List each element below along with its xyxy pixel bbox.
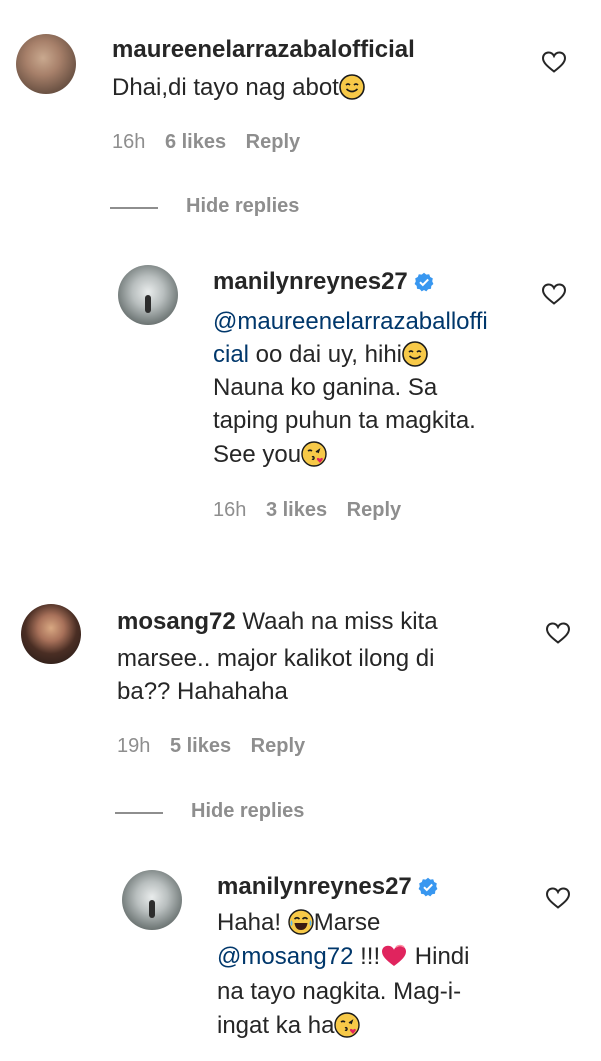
comment-username[interactable]: mosang72	[117, 608, 236, 635]
heart-icon[interactable]	[545, 621, 571, 645]
mention-link[interactable]: @maureenelarrazaballoffi	[213, 308, 488, 335]
mention-link[interactable]: @mosang72	[217, 943, 353, 970]
reply-body: oo dai uy, hihi	[249, 341, 403, 368]
avatar[interactable]	[118, 265, 178, 325]
avatar[interactable]	[122, 870, 182, 930]
reply-button[interactable]: Reply	[251, 735, 305, 757]
avatar[interactable]	[16, 34, 76, 94]
verified-badge-icon	[418, 874, 438, 906]
verified-badge-icon	[414, 269, 434, 301]
comment-line: mosang72 Waah na miss kita	[117, 606, 438, 638]
smiling-face-icon	[339, 74, 365, 109]
reply-body: Haha!	[217, 909, 288, 936]
comment-text-line: ba?? Hahahaha	[117, 678, 288, 705]
heart-icon[interactable]	[541, 282, 567, 306]
reply-text-line: taping puhun ta magkita.	[213, 407, 476, 434]
comment-text: Dhai,di tayo nag abot	[112, 72, 365, 109]
divider	[110, 207, 158, 209]
divider	[115, 812, 163, 814]
face-blowing-kiss-icon	[334, 1012, 361, 1047]
reply-button[interactable]: Reply	[246, 131, 300, 153]
heart-icon[interactable]	[545, 886, 571, 910]
likes-count[interactable]: 3 likes	[266, 499, 327, 521]
mention-link[interactable]: cial	[213, 341, 249, 368]
reply-text-line: See you	[213, 439, 327, 476]
reply-username[interactable]: manilynreynes27	[213, 268, 408, 295]
reply-meta: 16h 3 likes Reply	[213, 499, 415, 522]
likes-count[interactable]: 6 likes	[165, 131, 226, 153]
comment-username[interactable]: maureenelarrazabalofficial	[112, 36, 415, 63]
reply-text-line: Nauna ko ganina. Sa	[213, 374, 438, 401]
face-with-tears-of-joy-icon	[288, 909, 314, 944]
reply-body: Hindi	[408, 943, 470, 970]
reply-body: Marse	[313, 909, 381, 936]
comment-time: 19h	[117, 735, 151, 757]
reply-header: manilynreynes27	[213, 266, 434, 301]
reply-body: See you	[213, 441, 302, 468]
comment-meta: 16h 6 likes Reply	[112, 131, 314, 154]
reply-text-line: Haha! Marse	[217, 907, 380, 944]
reply-text-line: cial oo dai uy, hihi	[213, 339, 428, 376]
reply-text-line: @mosang72 !!! Hindi	[217, 941, 469, 978]
comment-line: maureenelarrazabalofficial	[112, 34, 415, 66]
hide-replies-button[interactable]: Hide replies	[186, 195, 299, 218]
comment-meta: 19h 5 likes Reply	[117, 735, 319, 758]
heart-on-fire-icon	[380, 943, 408, 978]
reply-body: !!!	[353, 943, 381, 970]
smiling-face-icon	[402, 341, 428, 376]
comment-time: 16h	[112, 131, 146, 153]
heart-icon[interactable]	[541, 50, 567, 74]
likes-count[interactable]: 5 likes	[170, 735, 231, 757]
reply-body: ingat ka ha	[217, 1012, 335, 1039]
reply-time: 16h	[213, 499, 247, 521]
face-blowing-kiss-icon	[301, 441, 327, 476]
reply-header: manilynreynes27	[217, 871, 438, 906]
comment-body: Waah na miss kita	[235, 608, 438, 635]
reply-username[interactable]: manilynreynes27	[217, 873, 412, 900]
reply-text-line: na tayo nagkita. Mag-i-	[217, 978, 462, 1005]
avatar-figure	[149, 900, 155, 918]
reply-button[interactable]: Reply	[347, 499, 401, 521]
avatar[interactable]	[21, 604, 81, 664]
hide-replies-button[interactable]: Hide replies	[191, 800, 304, 823]
comment-body: Dhai,di tayo nag abot	[112, 74, 339, 101]
avatar-figure	[145, 295, 151, 313]
reply-text-line: @maureenelarrazaballoffi	[213, 306, 488, 338]
reply-text-line: ingat ka ha	[217, 1010, 361, 1047]
comment-text-line: marsee.. major kalikot ilong di	[117, 645, 435, 672]
